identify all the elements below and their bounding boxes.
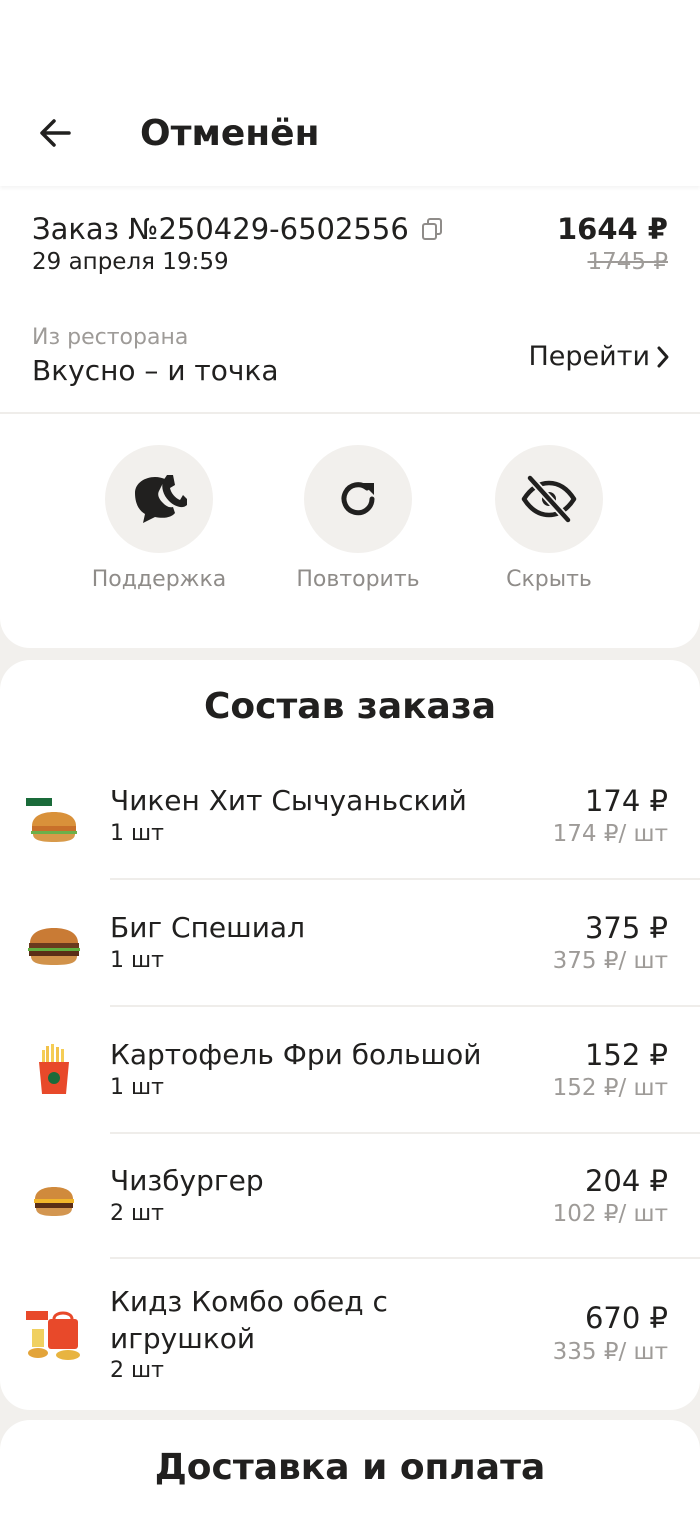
page-title: Отменён bbox=[140, 113, 320, 154]
divider bbox=[110, 878, 700, 880]
repeat-button[interactable] bbox=[304, 445, 412, 553]
product-image bbox=[22, 1303, 86, 1367]
support-label: Поддержка bbox=[91, 567, 227, 592]
support-chat-icon bbox=[135, 475, 187, 523]
hide-action[interactable]: Скрыть bbox=[469, 445, 629, 595]
hide-label: Скрыть bbox=[506, 567, 592, 592]
delivery-title: Доставка и оплата bbox=[154, 1447, 546, 1488]
order-date: 29 апреля 19:59 bbox=[32, 249, 229, 275]
item-name: Чикен Хит Сычуаньский bbox=[110, 784, 467, 817]
chevron-right-icon bbox=[657, 346, 669, 368]
order-number-text: Заказ №250429-6502556 bbox=[32, 212, 409, 246]
item-unit-price: 102 ₽/ шт bbox=[552, 1201, 668, 1227]
divider bbox=[110, 1132, 700, 1134]
hide-eye-icon bbox=[521, 474, 577, 524]
copy-icon[interactable] bbox=[419, 216, 445, 242]
product-image bbox=[22, 1170, 86, 1234]
item-unit-price: 152 ₽/ шт bbox=[552, 1075, 668, 1101]
item-qty: 1 шт bbox=[110, 1075, 164, 1100]
item-name: Чизбургер bbox=[110, 1164, 264, 1197]
hide-button[interactable] bbox=[495, 445, 603, 553]
repeat-label: Повторить bbox=[296, 567, 420, 592]
item-unit-price: 174 ₽/ шт bbox=[552, 821, 668, 847]
divider bbox=[110, 1257, 700, 1259]
item-qty: 1 шт bbox=[110, 948, 164, 973]
item-name: Кидз Комбо обед с игрушкой bbox=[110, 1285, 388, 1355]
repeat-icon bbox=[341, 482, 375, 516]
goto-restaurant-link[interactable]: Перейти bbox=[529, 338, 671, 376]
item-price: 152 ₽ bbox=[584, 1038, 668, 1072]
item-name: Картофель Фри большой bbox=[110, 1038, 482, 1071]
goto-label: Перейти bbox=[528, 341, 651, 372]
arrow-left-icon bbox=[40, 119, 71, 147]
item-unit-price: 375 ₽/ шт bbox=[552, 948, 668, 974]
divider bbox=[0, 412, 700, 414]
restaurant-caption: Из ресторана bbox=[32, 325, 189, 350]
item-unit-price: 335 ₽/ шт bbox=[552, 1339, 668, 1365]
item-name: Биг Спешиал bbox=[110, 911, 305, 944]
item-price: 204 ₽ bbox=[584, 1164, 668, 1198]
support-action[interactable]: Поддержка bbox=[79, 445, 239, 595]
product-image bbox=[22, 790, 86, 854]
item-price: 670 ₽ bbox=[584, 1301, 668, 1335]
order-number: Заказ №250429-6502556 bbox=[32, 210, 445, 248]
item-qty: 1 шт bbox=[110, 821, 164, 846]
item-price: 174 ₽ bbox=[584, 784, 668, 818]
support-button[interactable] bbox=[105, 445, 213, 553]
header: Отменён bbox=[0, 0, 700, 186]
item-price: 375 ₽ bbox=[584, 911, 668, 945]
repeat-action[interactable]: Повторить bbox=[278, 445, 438, 595]
order-total: 1644 ₽ bbox=[557, 212, 668, 246]
product-image bbox=[22, 1038, 86, 1102]
back-button[interactable] bbox=[30, 108, 80, 158]
product-image bbox=[22, 915, 86, 979]
order-items-title: Состав заказа bbox=[203, 686, 497, 727]
divider bbox=[110, 1005, 700, 1007]
restaurant-name: Вкусно – и точка bbox=[32, 354, 279, 387]
item-qty: 2 шт bbox=[110, 1201, 164, 1226]
item-qty: 2 шт bbox=[110, 1358, 164, 1383]
order-old-total: 1745 ₽ bbox=[587, 249, 668, 275]
